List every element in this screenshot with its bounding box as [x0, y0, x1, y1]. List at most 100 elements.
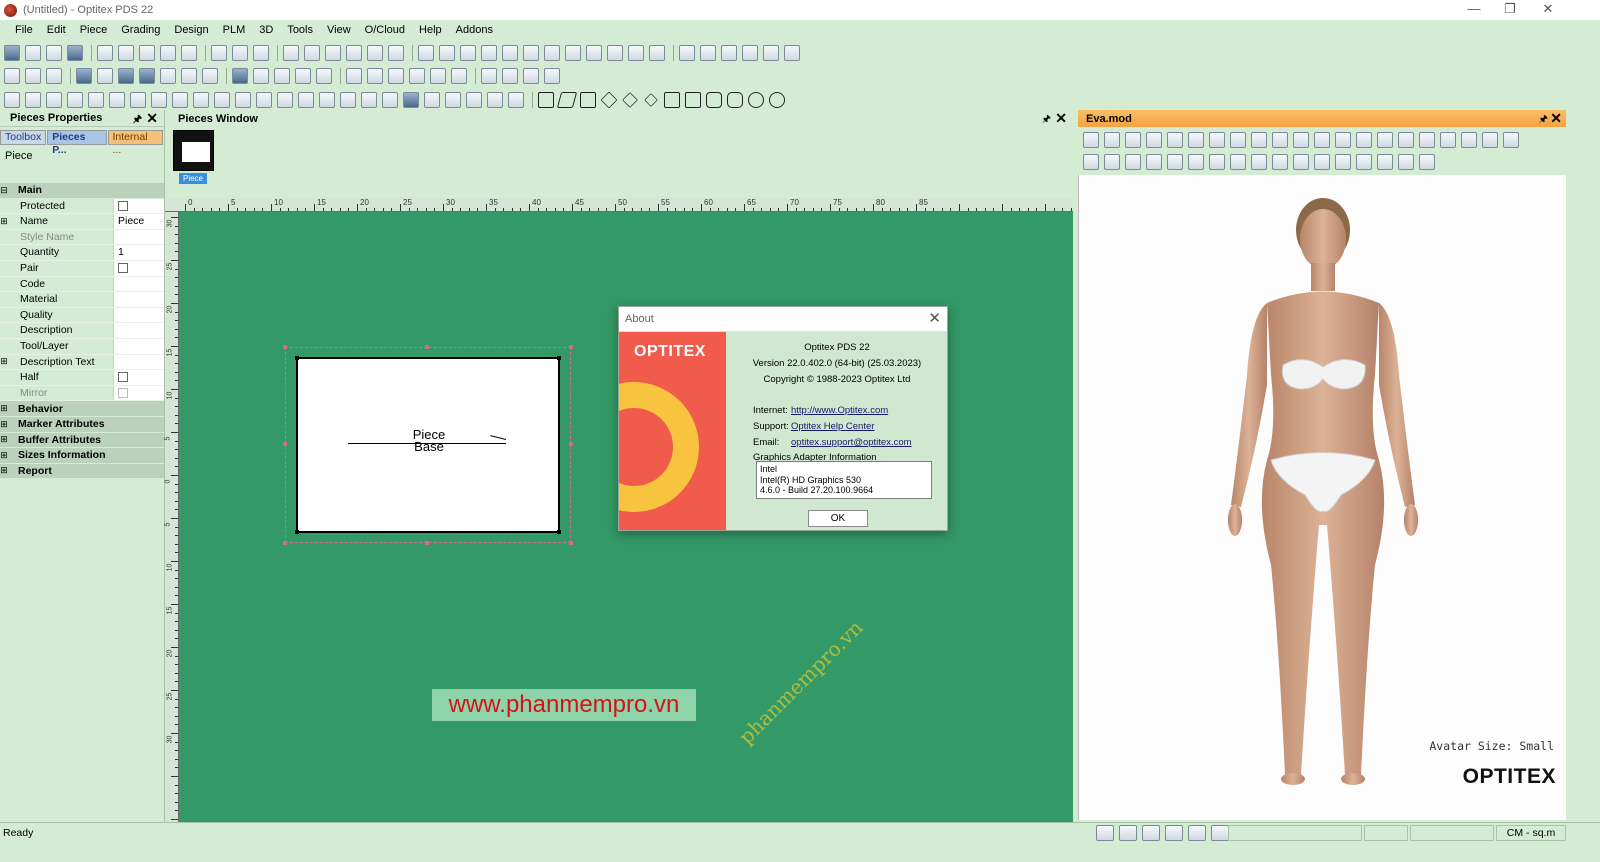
block-icon[interactable]: [340, 91, 356, 108]
node-icon[interactable]: [25, 67, 41, 84]
monitor-toggle-icon[interactable]: [1119, 825, 1137, 841]
material-field[interactable]: [113, 292, 164, 307]
text-icon[interactable]: [139, 67, 155, 84]
rhombus-icon[interactable]: [644, 92, 658, 107]
kite-icon[interactable]: [622, 91, 638, 108]
corner-point[interactable]: [557, 356, 561, 360]
3d-stop-icon[interactable]: [1209, 154, 1225, 170]
3d-render-icon[interactable]: [1125, 154, 1141, 170]
3d-grid-icon[interactable]: [1398, 132, 1414, 148]
3d-image-icon[interactable]: [1398, 154, 1414, 170]
selection-handle[interactable]: [283, 442, 287, 446]
expand-icon[interactable]: ⊞: [0, 465, 8, 476]
stitch-icon[interactable]: [424, 91, 440, 108]
selection-handle[interactable]: [569, 442, 573, 446]
internet-link[interactable]: http://www.Optitex.com: [791, 405, 888, 416]
grid-toggle-icon[interactable]: [1142, 825, 1160, 841]
hexagon-icon[interactable]: [727, 91, 743, 108]
size-icon[interactable]: [193, 91, 209, 108]
ok-button[interactable]: OK: [808, 510, 868, 527]
piece-thumbnail[interactable]: [173, 130, 214, 171]
pair-checkbox-cell[interactable]: [113, 260, 164, 276]
menu-edit[interactable]: Edit: [40, 24, 73, 36]
layer-icon[interactable]: [319, 91, 335, 108]
3d-pen-icon[interactable]: [1272, 154, 1288, 170]
menu-help[interactable]: Help: [412, 24, 449, 36]
3d-mesh-icon[interactable]: [1293, 154, 1309, 170]
maximize-button[interactable]: ❐: [1492, 0, 1528, 20]
corner-point[interactable]: [295, 356, 299, 360]
grade-icon[interactable]: [46, 91, 62, 108]
offset-icon[interactable]: [523, 44, 539, 61]
quality-field[interactable]: [113, 307, 164, 323]
3d-brush-icon[interactable]: [1251, 154, 1267, 170]
measure-icon[interactable]: [181, 44, 197, 61]
menu-file[interactable]: File: [8, 24, 40, 36]
expand-icon[interactable]: ⊞: [0, 434, 8, 445]
3d-photo-icon[interactable]: [1104, 154, 1120, 170]
hem-icon[interactable]: [466, 91, 482, 108]
selection-handle[interactable]: [425, 345, 429, 349]
layout-icon[interactable]: [481, 67, 497, 84]
3d-select-icon[interactable]: [1083, 154, 1099, 170]
paste-icon[interactable]: [325, 44, 341, 61]
3d-viewport[interactable]: Avatar Size: Small OPTITEX: [1078, 175, 1566, 820]
hand-toggle-icon[interactable]: [1165, 825, 1183, 841]
book-icon[interactable]: [763, 44, 779, 61]
drill-icon[interactable]: [274, 67, 290, 84]
split-grade-icon[interactable]: [382, 91, 398, 108]
menu-tools[interactable]: Tools: [280, 24, 320, 36]
menu-piece[interactable]: Piece: [73, 24, 115, 36]
trapezoid-icon[interactable]: [580, 91, 596, 108]
3d-export-icon[interactable]: [1419, 154, 1435, 170]
piece-icon[interactable]: [46, 67, 62, 84]
3d-settings-icon[interactable]: [1503, 132, 1519, 148]
support-link[interactable]: Optitex Help Center: [791, 421, 874, 432]
3d-sphere-icon[interactable]: [1335, 154, 1351, 170]
trash-icon[interactable]: [232, 67, 248, 84]
new-file-icon[interactable]: [25, 44, 41, 61]
pin-icon[interactable]: 🖈: [1042, 112, 1051, 129]
grade-y-icon[interactable]: [88, 91, 104, 108]
grade-copy-icon[interactable]: [256, 91, 272, 108]
refresh-icon[interactable]: [367, 67, 383, 84]
section-main[interactable]: ⊟ Main: [0, 183, 164, 199]
menu-design[interactable]: Design: [167, 24, 215, 36]
grid-icon[interactable]: [367, 44, 383, 61]
menu-grading[interactable]: Grading: [114, 24, 167, 36]
selection-handle[interactable]: [283, 541, 287, 545]
open-file-icon[interactable]: [46, 44, 62, 61]
align-icon[interactable]: [430, 67, 446, 84]
corner-point[interactable]: [295, 530, 299, 534]
corner-point[interactable]: [557, 530, 561, 534]
hand-icon[interactable]: [784, 44, 800, 61]
notch-icon[interactable]: [439, 44, 455, 61]
cross-icon[interactable]: [361, 91, 377, 108]
measure-toggle-icon[interactable]: [1188, 825, 1206, 841]
ruler-icon[interactable]: [700, 44, 716, 61]
cut-icon[interactable]: [283, 44, 299, 61]
3d-frame-icon[interactable]: [1209, 132, 1225, 148]
add-point-icon[interactable]: [295, 67, 311, 84]
protected-checkbox[interactable]: [118, 200, 128, 211]
selection-handle[interactable]: [569, 345, 573, 349]
angle-icon[interactable]: [418, 44, 434, 61]
tool-layer-field[interactable]: [113, 338, 164, 354]
fold-icon[interactable]: [388, 67, 404, 84]
button-icon[interactable]: [118, 67, 134, 84]
stack-icon[interactable]: [316, 67, 332, 84]
chart-icon[interactable]: [508, 91, 524, 108]
3d-play-icon[interactable]: [1188, 132, 1204, 148]
menu-3d[interactable]: 3D: [252, 24, 280, 36]
3d-fit-icon[interactable]: [1272, 132, 1288, 148]
3d-axis-icon[interactable]: [1251, 132, 1267, 148]
grid-snap-icon[interactable]: [487, 91, 503, 108]
section-marker-attributes[interactable]: ⊞ Marker Attributes: [0, 416, 164, 433]
nest-icon[interactable]: [172, 91, 188, 108]
3d-copy-icon[interactable]: [1146, 154, 1162, 170]
redo-icon[interactable]: [253, 44, 269, 61]
grade-table-icon[interactable]: [151, 91, 167, 108]
parallelogram-icon[interactable]: [556, 91, 578, 108]
c-curve-icon[interactable]: [409, 67, 425, 84]
3d-table-icon[interactable]: [1419, 132, 1435, 148]
